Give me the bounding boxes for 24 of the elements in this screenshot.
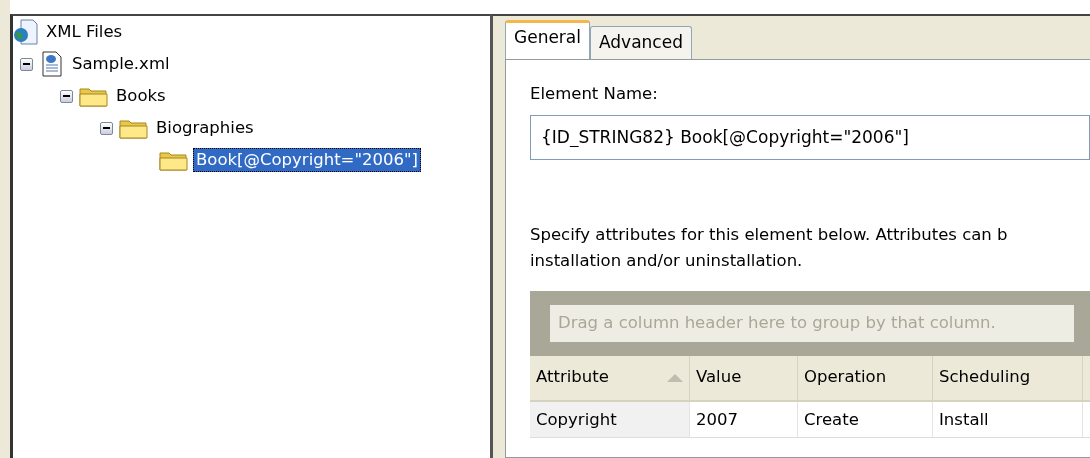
group-by-area: Drag a column header here to group by that column. <box>550 304 1074 342</box>
element-name-field[interactable]: {ID_STRING82} Book[@Copyright="2006"] <box>530 114 1090 160</box>
field-label: Element Name: <box>530 83 659 105</box>
collapse-toggle[interactable] <box>100 121 113 135</box>
collapse-toggle[interactable] <box>20 57 33 71</box>
tree-item[interactable]: XML Files <box>43 20 126 44</box>
column-header[interactable]: Attribute <box>530 355 690 400</box>
globe-document-icon <box>13 19 39 45</box>
column-header[interactable]: Scheduling <box>933 355 1083 400</box>
tab[interactable]: Advanced <box>590 26 692 60</box>
tree-item[interactable]: Biographies <box>153 116 257 140</box>
tree-item[interactable]: Books <box>113 84 169 108</box>
tree-item[interactable]: Book[@Copyright="2006"] <box>193 148 422 172</box>
column-header[interactable]: Value <box>690 355 798 400</box>
table-cell: Install <box>933 401 1083 437</box>
table-cell: Copyright <box>530 401 690 437</box>
xml-document-icon <box>39 51 65 77</box>
tree-item[interactable]: Sample.xml <box>69 52 173 76</box>
table-cell: 2007 <box>690 401 798 437</box>
column-header[interactable]: Operation <box>798 355 933 400</box>
table-cell: Create <box>798 401 933 437</box>
description-text: Specify attributes for this element below. Attributes can b installation and/or uninstallation. <box>530 223 1009 272</box>
collapse-toggle[interactable] <box>60 89 73 103</box>
tab[interactable]: General <box>505 20 590 60</box>
